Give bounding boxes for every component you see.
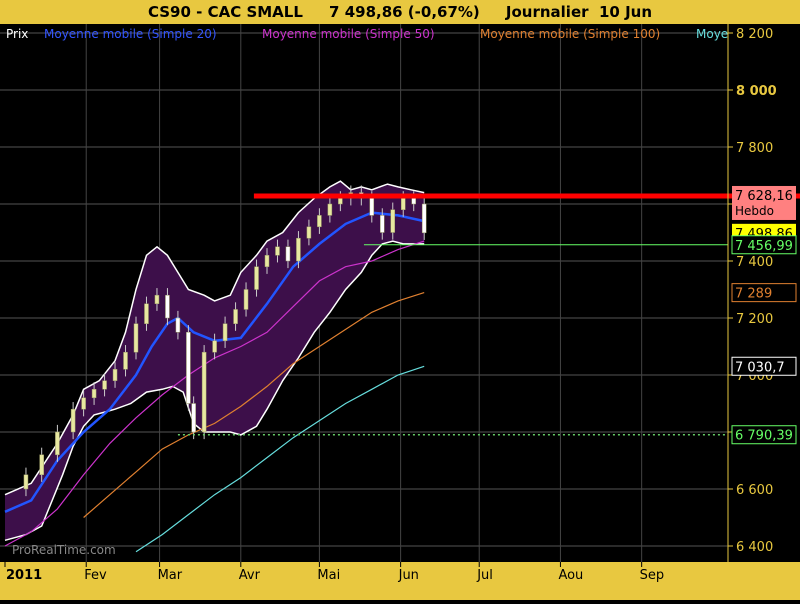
- x-tick-label: Mai: [317, 568, 340, 583]
- candle-body: [317, 215, 322, 228]
- candle-body: [212, 340, 217, 353]
- candle-body: [191, 403, 196, 433]
- y-tick-label: 6 400: [736, 540, 773, 555]
- candle-body: [112, 369, 118, 381]
- candle-body: [23, 474, 29, 490]
- candle-body: [55, 431, 60, 456]
- x-axis-band: 2011 Fev Mar Avr Mai Jun Jul Aou Sep: [0, 562, 800, 600]
- candle-body: [81, 397, 86, 410]
- candle-body: [201, 351, 207, 433]
- header-symbol: CS90 - CAC SMALL: [147, 3, 303, 21]
- legend-item: Moye: [696, 27, 728, 41]
- candle-body: [222, 323, 228, 342]
- x-axis: 2011 Fev Mar Avr Mai Jun Jul Aou Sep: [4, 562, 665, 583]
- candle-body: [296, 237, 301, 262]
- price-label: 7 628,16: [735, 189, 793, 204]
- candle-body: [306, 226, 312, 239]
- candle-body: [369, 198, 375, 216]
- candle-body: [285, 246, 291, 262]
- plot-background: [0, 24, 728, 562]
- x-tick-label: Jun: [398, 568, 419, 583]
- candle-body: [123, 351, 128, 370]
- legend-item: Moyenne mobile (Simple 100): [480, 27, 660, 41]
- x-tick-label: Avr: [239, 568, 261, 583]
- candle-body: [233, 309, 238, 324]
- candle-body: [390, 209, 396, 233]
- candle-body: [400, 198, 406, 210]
- y-tick-label: 8 200: [736, 27, 773, 42]
- candle-body: [144, 303, 149, 324]
- y-tick-label: 7 200: [736, 312, 773, 327]
- header-price-change: 7 498,86 (-0,67%): [329, 3, 480, 21]
- candle-body: [175, 317, 181, 333]
- legend-item: Moyenne mobile (Simple 20): [44, 27, 217, 41]
- candle-body: [264, 255, 270, 267]
- x-tick-label: Mar: [158, 568, 183, 583]
- candle-body: [327, 203, 333, 216]
- price-label: 7 289: [735, 287, 772, 302]
- candle-body: [70, 408, 76, 433]
- candle-body: [421, 203, 427, 234]
- y-tick-label: 7 400: [736, 255, 773, 270]
- candle-body: [275, 246, 280, 256]
- x-tick-label: 2011: [6, 568, 42, 583]
- candle-body: [102, 380, 107, 390]
- price-label: 7 030,7: [735, 360, 785, 375]
- price-label: 6 790,39: [735, 429, 793, 444]
- candle-body: [154, 294, 160, 305]
- x-tick-label: Jul: [476, 568, 493, 583]
- y-tick-label: 6 600: [736, 483, 773, 498]
- chart-header: CS90 - CAC SMALL 7 498,86 (-0,67%) Journ…: [0, 0, 800, 24]
- header-period: Journalier 10 Jun: [505, 3, 653, 21]
- candle-body: [380, 215, 385, 233]
- y-tick-label: 8 000: [736, 84, 777, 99]
- candle-body: [186, 332, 191, 404]
- candle-body: [338, 198, 343, 205]
- price-label-sub: Hebdo: [735, 204, 774, 218]
- x-tick-label: Fev: [84, 568, 107, 583]
- legend: Prix Moyenne mobile (Simple 20) Moyenne mo…: [6, 27, 728, 41]
- candle-body: [165, 294, 170, 319]
- legend-item: Prix: [6, 27, 28, 41]
- y-tick-label: 7 800: [736, 141, 773, 156]
- candle-body: [411, 198, 416, 205]
- price-label: 7 456,99: [735, 239, 793, 254]
- x-tick-label: Sep: [640, 568, 665, 583]
- watermark: ProRealTime.com: [12, 543, 116, 557]
- x-tick-label: Aou: [558, 568, 583, 583]
- candle-body: [254, 266, 259, 290]
- candle-body: [243, 289, 249, 310]
- candle-body: [133, 323, 139, 353]
- candle-body: [39, 454, 44, 475]
- price-chart[interactable]: 8 2008 0007 8007 6007 4007 2007 0006 800…: [0, 0, 800, 600]
- legend-item: Moyenne mobile (Simple 50): [262, 27, 435, 41]
- candle-body: [91, 389, 97, 399]
